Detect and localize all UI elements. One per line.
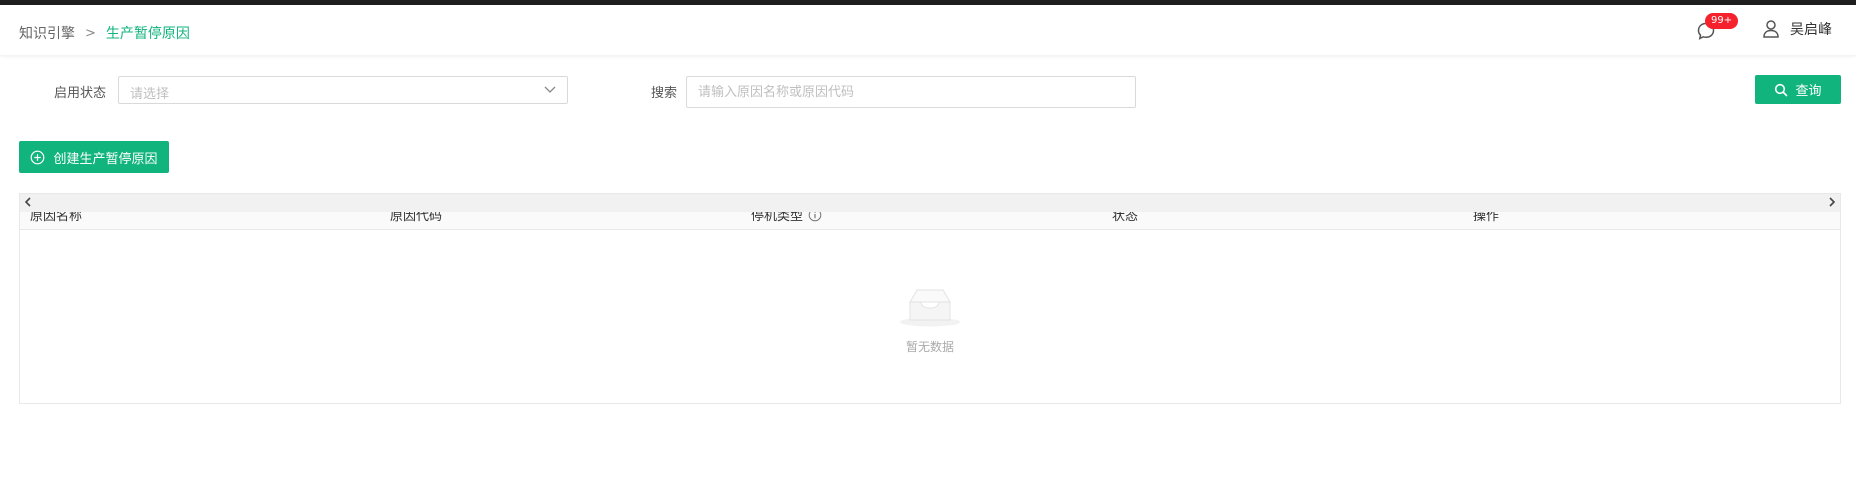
empty-state [20, 284, 1840, 332]
info-icon[interactable] [808, 212, 822, 222]
breadcrumb: 知识引擎 > 生产暂停原因 [19, 23, 190, 43]
search-input[interactable] [686, 76, 1136, 108]
scroll-right-icon[interactable] [1828, 197, 1836, 207]
empty-state-text: 暂无数据 [905, 340, 954, 354]
user-icon [1763, 20, 1779, 38]
notification-badge: 99+ [1705, 13, 1739, 29]
column-header-stop-type-label: 停机类型 [751, 212, 804, 224]
query-button[interactable]: 查询 [1755, 75, 1841, 104]
reason-table: 原因名称 原因代码 停机类型 状态 操作 暂无数据 [19, 193, 1841, 404]
query-button-label: 查询 [1795, 84, 1822, 99]
status-select[interactable]: 请选择 [118, 76, 568, 104]
create-reason-button[interactable]: 创建生产暂停原因 [19, 141, 169, 173]
column-header-code: 原因代码 [390, 212, 443, 224]
user-name: 吴启峰 [1790, 22, 1832, 38]
message-button[interactable]: 99+ [1696, 13, 1739, 41]
table-header: 原因名称 原因代码 停机类型 状态 操作 [20, 212, 1840, 230]
breadcrumb-root[interactable]: 知识引擎 [19, 23, 75, 43]
chevron-down-icon [544, 86, 556, 93]
search-label: 搜索 [651, 86, 678, 101]
search-icon [1775, 83, 1788, 96]
scroll-left-icon[interactable] [24, 197, 32, 207]
column-header-stop-type: 停机类型 [751, 212, 822, 224]
status-select-placeholder: 请选择 [130, 87, 170, 102]
column-header-name: 原因名称 [30, 212, 83, 224]
breadcrumb-separator: > [85, 25, 96, 41]
plus-circle-icon [31, 150, 45, 164]
header-actions: 99+ 吴启峰 [1696, 13, 1832, 41]
user-menu[interactable]: 吴启峰 [1762, 19, 1832, 39]
breadcrumb-current: 生产暂停原因 [105, 26, 190, 42]
horizontal-scrollbar[interactable] [20, 194, 1840, 212]
header: 知识引擎 > 生产暂停原因 99+ 吴启峰 [0, 5, 1856, 55]
status-filter-label: 启用状态 [54, 86, 107, 101]
create-button-label: 创建生产暂停原因 [53, 151, 158, 167]
column-header-actions: 操作 [1473, 212, 1500, 224]
column-header-status: 状态 [1112, 212, 1139, 224]
empty-inbox-icon [900, 289, 960, 327]
